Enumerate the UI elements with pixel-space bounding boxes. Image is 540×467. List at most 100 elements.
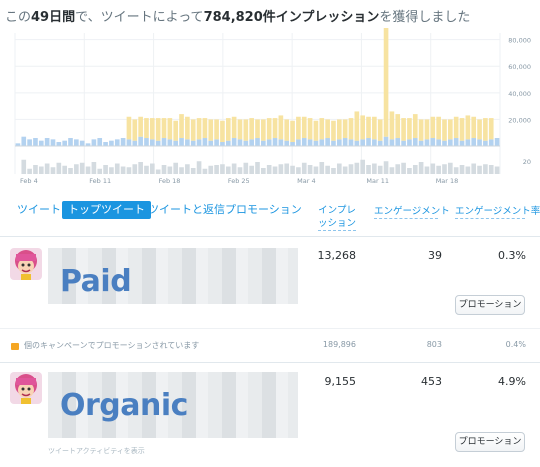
paid-impressions-bar [179, 114, 184, 139]
engagement-bar [442, 164, 447, 174]
tab-tweets-and-replies[interactable]: ツイートと返信 [148, 201, 225, 219]
avatar [10, 248, 42, 280]
paid-impressions-bar [430, 116, 436, 139]
paid-impressions-bar [202, 118, 208, 139]
row-impressions: 13,268 [317, 249, 357, 262]
organic-impressions-bar [459, 140, 465, 146]
engagement-bar [167, 166, 173, 174]
paid-impressions-bar [301, 116, 307, 139]
engagement-bar [436, 165, 441, 174]
organic-impressions-bar [68, 138, 73, 146]
view-tweet-activity-link[interactable]: ツイートアクティビティを表示 [48, 446, 145, 456]
paid-impressions-bar [377, 119, 383, 141]
organic-impressions-bar [249, 139, 254, 146]
engagement-bar [74, 164, 79, 174]
engagement-bar [401, 162, 406, 174]
impressions-chart-svg: 80,000 60,000 40,000 20,000 20 Feb 4 Feb 11 Feb… [14, 27, 531, 185]
column-impressions[interactable]: インプレ ッション [318, 204, 356, 231]
organic-impressions-bar [132, 140, 138, 146]
organic-impressions-bar [325, 138, 330, 146]
paid-impressions-bar [167, 118, 173, 140]
engagement-bar [225, 166, 231, 174]
engagement-bar [272, 166, 278, 174]
organic-impressions-bar [360, 139, 366, 146]
paid-impressions-bar [465, 115, 471, 140]
paid-impressions-bar [418, 119, 424, 141]
promote-button[interactable]: プロモーション [455, 432, 525, 452]
tweet-row[interactable]: Paid 13,268 39 0.3% プロモーション [0, 236, 540, 328]
column-engagement-rate[interactable]: エンゲージメント率 [455, 205, 540, 219]
engagement-bar [50, 167, 56, 174]
paid-impressions-bar [278, 115, 284, 140]
organic-impressions-bar [477, 139, 482, 146]
organic-impressions-bar [266, 139, 272, 146]
engagement-bar [149, 163, 155, 174]
organic-impressions-bar [453, 138, 459, 146]
organic-impressions-bar [336, 139, 342, 146]
paid-impressions-bar [436, 116, 441, 140]
engagement-bar [190, 168, 196, 174]
paid-impressions-bar [360, 115, 366, 140]
engagement-bar [383, 161, 389, 174]
engagement-bar [471, 163, 477, 174]
organic-impressions-bar [436, 139, 441, 146]
engagement-bar [243, 162, 249, 174]
engagement-bar [231, 163, 237, 174]
divider [0, 328, 540, 329]
tab-tweets[interactable]: ツイート [17, 201, 61, 219]
engagement-bar [459, 165, 465, 174]
x-tick-label: Mar 18 [436, 177, 459, 185]
paid-impressions-bar [220, 120, 225, 143]
engagement-bar [448, 162, 453, 174]
engagement-bar [284, 163, 290, 174]
paid-impressions-bar [401, 118, 406, 141]
paid-impressions-bar [296, 116, 301, 140]
campaign-summary: 個のキャンペーンでプロモーションされています 189,896 803 0.4% [0, 336, 540, 358]
engagement-bar [488, 165, 494, 174]
paid-impressions-bar [307, 118, 313, 140]
engagement-bar [185, 164, 190, 174]
paid-impressions-bar [138, 116, 143, 137]
headline-suffix: を獲得しました [379, 10, 471, 25]
organic-impressions-bar [91, 139, 97, 146]
engagement-bar [354, 162, 360, 174]
paid-impressions-bar [149, 118, 155, 140]
paid-impressions-bar [325, 119, 330, 139]
paid-impressions-bar [383, 27, 389, 137]
organic-impressions-bar [412, 138, 418, 146]
organic-impressions-bar [103, 142, 108, 146]
tab-top-tweets[interactable]: トップツイート [62, 201, 151, 219]
headline-days: 49日間 [31, 10, 76, 25]
engagement-bar [342, 166, 348, 174]
paid-impressions-bar [249, 118, 254, 140]
column-engagements[interactable]: エンゲージメント [374, 205, 450, 219]
y-tick-label: 60,000 [508, 63, 531, 71]
paid-impressions-bar [331, 120, 336, 141]
promote-button[interactable]: プロモーション [455, 295, 525, 315]
organic-impressions-bar [109, 140, 114, 146]
paid-impressions-bar [483, 118, 488, 141]
engagement-bar [389, 167, 395, 174]
engagement-bar [313, 166, 319, 174]
engagement-bar [296, 167, 301, 174]
engagement-bar [79, 162, 85, 174]
paid-impressions-bar [389, 111, 395, 140]
organic-impressions-bar [301, 138, 307, 146]
paid-impressions-bar [144, 118, 149, 139]
organic-impressions-bar [196, 139, 202, 146]
tab-promotion[interactable]: プロモーション [225, 201, 302, 219]
paid-impressions-bar [284, 119, 290, 141]
organic-impressions-bar [243, 140, 249, 146]
organic-impressions-bar [149, 139, 155, 146]
engagement-bar [418, 162, 424, 174]
organic-impressions-bar [114, 139, 120, 146]
paid-impressions-bar [424, 119, 430, 140]
paid-impressions-bar [471, 116, 477, 139]
organic-impressions-bar [272, 138, 278, 146]
paid-impressions-bar [319, 118, 325, 140]
organic-impressions-bar [79, 140, 85, 146]
engagement-bar [407, 168, 412, 174]
engagement-bar [290, 165, 295, 174]
organic-impressions-bar [401, 140, 406, 146]
engagement-bar [138, 162, 143, 174]
